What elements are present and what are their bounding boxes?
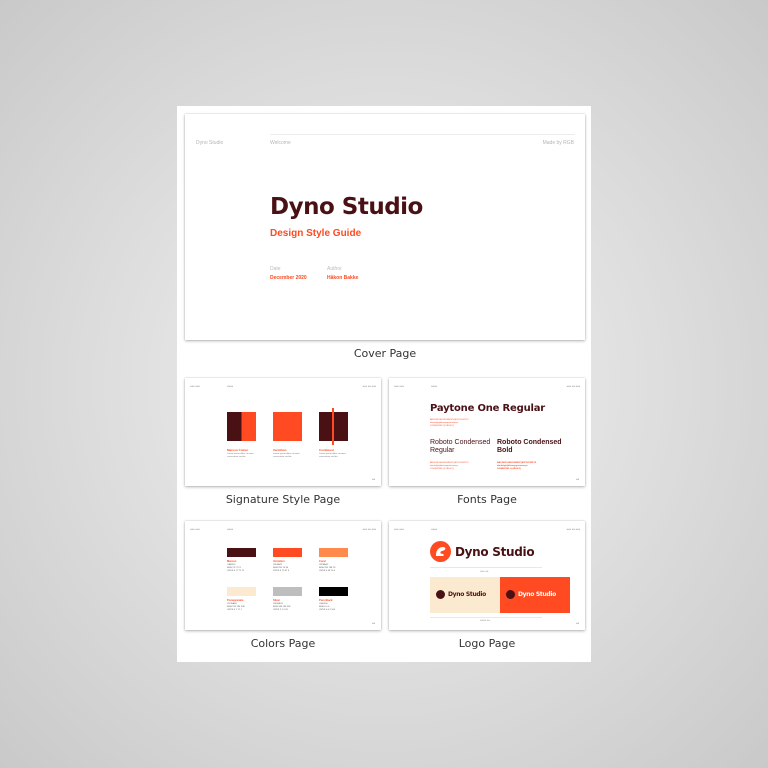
swatch-cmyk: CMYK 0 77 72 71 (227, 569, 245, 572)
logo-cream-panel: Dyno Studio (430, 577, 500, 613)
swatch-name: Vermilion (273, 560, 285, 563)
bold-sample-digits: 1234567890 !@#$%&*() (497, 468, 521, 470)
page-header-right: ■■■ ■■ ■■■ (566, 385, 580, 388)
page-number: ■■ (575, 622, 579, 625)
logo-wordmark-small: Dyno Studio (518, 591, 557, 598)
cover-title: Dyno Studio (270, 194, 423, 220)
swatch-name: Pomegranate (227, 599, 244, 602)
cover-header-left: Dyno Studio (196, 140, 224, 146)
swatch-codes: #FF4A22 RGB 255 74 34 CMYK 0 71 87 0 (273, 564, 289, 573)
page-header-left: ■■■ ■■■ (394, 385, 404, 388)
page-number: ■■ (371, 478, 375, 481)
cover-caption: Cover Page (353, 347, 417, 360)
colors-page[interactable]: ■■■ ■■■ ■■■■ ■■■ ■■ ■■■ Maroon #4A1115 RG… (185, 521, 381, 630)
pomegranate-swatch (227, 587, 256, 596)
maroon-swatch (227, 548, 256, 557)
swatch-codes: #000000 RGB 0 0 0 CMYK 0 0 0 100 (319, 603, 335, 612)
vermilion-swatch (273, 548, 302, 557)
logo-wordmark: Dyno Studio (455, 545, 535, 559)
coral-swatch (319, 548, 348, 557)
signature-item-name: Maroon Colour (227, 448, 249, 452)
date-value: December 2020 (270, 275, 307, 281)
page-header-right: ■■■ ■■ ■■■ (566, 528, 580, 531)
style-guide-sheet: Dyno Studio Welcome Made by RGB Dyno Stu… (177, 106, 591, 662)
swatch-name: Silver (273, 599, 281, 602)
fonts-page[interactable]: ■■■ ■■■ ■■■■ ■■■ ■■ ■■■ Paytone One Regu… (389, 378, 585, 486)
logo-label: ■■■ ■■ (480, 570, 489, 573)
logo-mark-icon (506, 590, 515, 599)
swatch-cmyk: CMYK 0 46 70 0 (319, 569, 336, 572)
page-number: ■■ (371, 622, 375, 625)
signature-item-name: Vermilion (273, 448, 287, 452)
primary-font-name: Paytone One Regular (430, 403, 546, 414)
page-header-mid: ■■■■ (227, 528, 234, 531)
dino-icon (436, 547, 446, 556)
signature-style-page[interactable]: ■■■ ■■■ ■■■■ ■■■ ■■ ■■■ Maroon Colour Lo… (185, 378, 381, 486)
cover-subtitle: Design Style Guide (270, 228, 362, 239)
signature-item-desc: Lorem ipsum dolor sit amet, consectetur … (273, 453, 300, 458)
swatch-name: Coral (319, 560, 326, 563)
page-header-right: ■■■ ■■ ■■■ (362, 385, 376, 388)
page-header-left: ■■■ ■■■ (394, 528, 404, 531)
colors-caption: Colors Page (250, 637, 316, 650)
silver-swatch (273, 587, 302, 596)
signature-item-desc: Lorem ipsum dolor sit amet, consectetur … (319, 453, 346, 458)
swatch-cmyk: CMYK 0 0 0 100 (319, 608, 336, 611)
primary-sample-digits: 1234567890 !@#$%&*() (430, 425, 454, 427)
combined-stripe (332, 408, 334, 445)
author-value: Håkon Bakke (327, 275, 359, 281)
cover-header-mid: Welcome (270, 140, 291, 146)
logo-rule (430, 617, 542, 618)
logo-variants-label: ■■■■ ■■ (480, 619, 490, 622)
secondary-regular-font-name: Roboto Condensed Regular (430, 439, 491, 454)
swatch-name: Pure Black (319, 599, 333, 602)
regular-sample-digits: 1234567890 !@#$%&*() (430, 468, 454, 470)
date-label: Date (270, 266, 281, 272)
logo-mark-icon (436, 590, 445, 599)
signature-item-desc: Lorem ipsum dolor sit amet, consectetur … (227, 453, 254, 458)
signature-caption: Signature Style Page (225, 493, 341, 506)
page-header-mid: ■■■■ (431, 385, 438, 388)
logo-caption: Logo Page (458, 637, 516, 650)
page-header-right: ■■■ ■■ ■■■ (362, 528, 376, 531)
logo-mark-icon (430, 541, 451, 562)
combined-swatch-square (319, 408, 348, 445)
page-header-mid: ■■■■ (227, 385, 234, 388)
maroon-swatch-square (227, 412, 256, 441)
swatch-cmyk: CMYK 0 71 87 0 (273, 569, 290, 572)
swatch-codes: #FCEAD0 RGB 252 234 208 CMYK 0 7 17 1 (227, 603, 245, 612)
swatch-codes: #BCBEC0 RGB 188 190 192 CMYK 2 1 0 25 (273, 603, 291, 612)
swatch-codes: #4A1115 RGB 74 17 21 CMYK 0 77 72 71 (227, 564, 244, 573)
logo-orange-panel: Dyno Studio (500, 577, 570, 613)
swatch-name: Maroon (227, 560, 237, 563)
cover-page[interactable]: Dyno Studio Welcome Made by RGB Dyno Stu… (185, 114, 585, 340)
page-number: ■■ (575, 478, 579, 481)
author-label: Author (327, 266, 342, 272)
logo-page[interactable]: ■■■ ■■■ ■■■■ ■■■ ■■ ■■■ Dyno Studio ■■■ … (389, 521, 585, 630)
fonts-caption: Fonts Page (457, 493, 517, 506)
swatch-cmyk: CMYK 2 1 0 25 (273, 608, 288, 611)
vermilion-swatch-square (273, 412, 302, 441)
swatch-cmyk: CMYK 0 7 17 1 (227, 608, 242, 611)
page-header-left: ■■■ ■■■ (190, 528, 200, 531)
swatch-codes: #FF8A4C RGB 255 138 76 CMYK 0 46 70 0 (319, 564, 335, 573)
secondary-bold-font-name: Roboto Condensed Bold (497, 439, 562, 454)
page-header-left: ■■■ ■■■ (190, 385, 200, 388)
header-rule (270, 134, 575, 135)
pure-black-swatch (319, 587, 348, 596)
signature-item-name: Combined (319, 448, 334, 452)
cover-header-right: Made by RGB (542, 140, 574, 146)
logo-rule (430, 567, 542, 568)
page-header-mid: ■■■■ (431, 528, 438, 531)
logo-wordmark-small: Dyno Studio (448, 591, 487, 598)
